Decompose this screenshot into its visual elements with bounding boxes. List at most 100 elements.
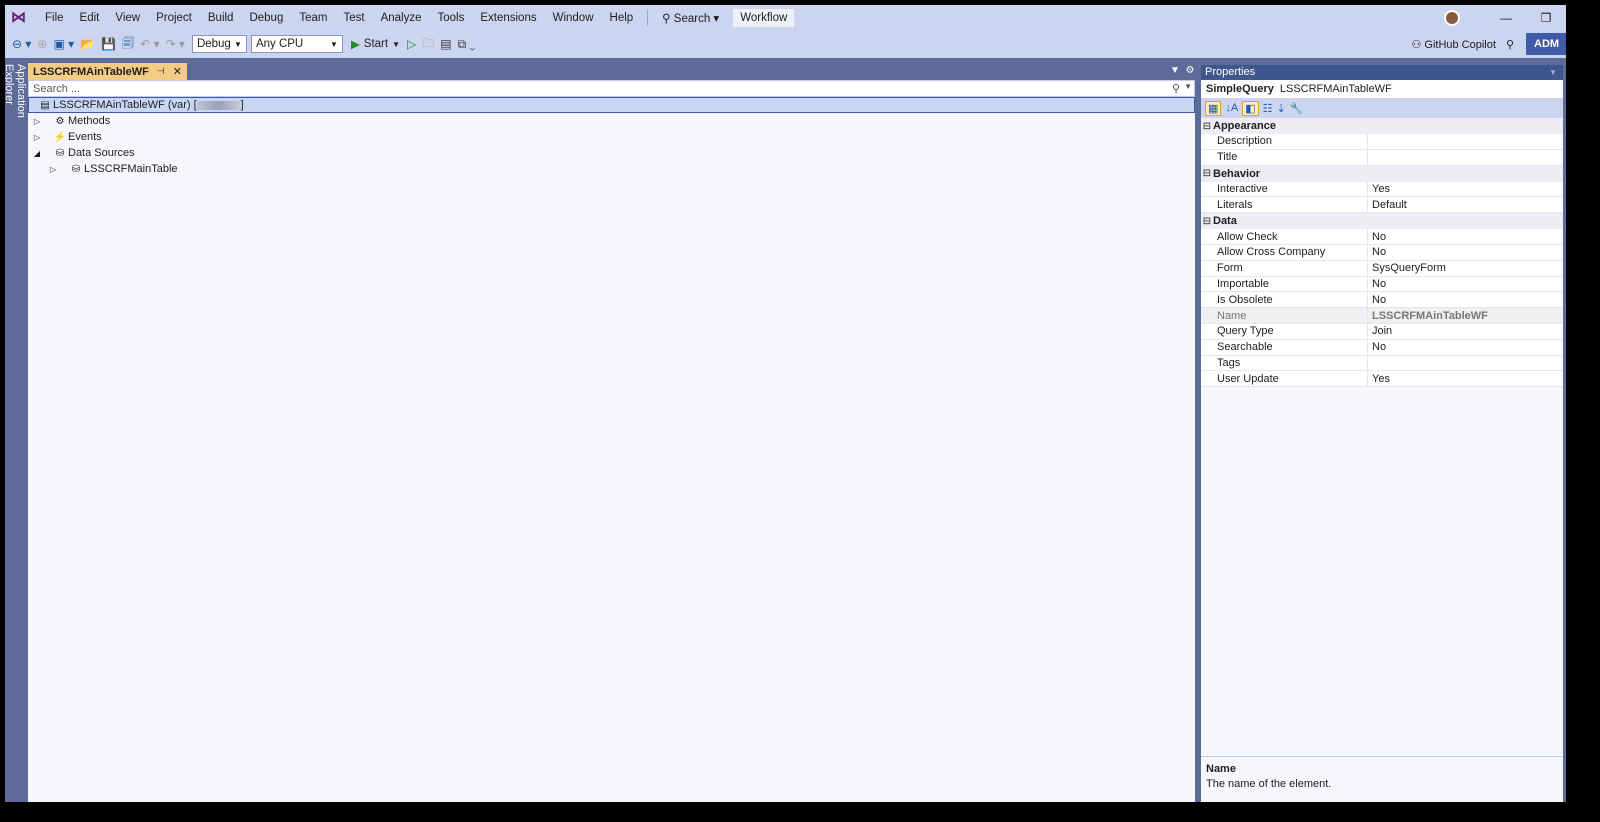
redo-button[interactable]: ↷ ▾: [163, 37, 188, 51]
collapse-icon[interactable]: ⊟: [1201, 168, 1213, 179]
gear-icon[interactable]: ⚙: [1185, 65, 1194, 76]
property-value[interactable]: Default: [1368, 199, 1407, 211]
solution-name-workflow[interactable]: Workflow: [733, 8, 795, 27]
property-value[interactable]: No: [1368, 278, 1386, 290]
visual-studio-logo-icon[interactable]: ⋈: [11, 9, 29, 26]
property-value[interactable]: Yes: [1368, 373, 1390, 385]
search-options-dropdown-icon[interactable]: ▼: [1184, 82, 1192, 91]
property-row[interactable]: Description: [1201, 134, 1563, 150]
account-badge[interactable]: ADM: [1526, 33, 1566, 55]
wrench-icon[interactable]: 🔧: [1290, 102, 1304, 115]
property-row[interactable]: Name LSSCRFMAinTableWF: [1201, 308, 1563, 324]
property-value[interactable]: No: [1368, 294, 1386, 306]
property-row[interactable]: Is Obsolete No: [1201, 292, 1563, 309]
menu-window[interactable]: Window: [545, 12, 602, 24]
property-row[interactable]: Searchable No: [1201, 339, 1563, 356]
categorized-icon[interactable]: ▦: [1205, 100, 1222, 116]
menu-edit[interactable]: Edit: [72, 12, 108, 24]
alphabetical-icon[interactable]: ↓A: [1225, 102, 1238, 114]
collapse-icon[interactable]: ⊟: [1201, 216, 1213, 227]
application-explorer-tab[interactable]: Application Explorer: [5, 60, 27, 160]
tab-list-dropdown-icon[interactable]: ▼: [1170, 65, 1180, 76]
pin-icon[interactable]: ⊣: [157, 66, 165, 77]
tree-item-events[interactable]: ▷ ⚡ Events: [28, 129, 1195, 145]
configuration-dropdown[interactable]: Debug ▼: [191, 35, 247, 53]
forward-button[interactable]: ⊕: [34, 37, 50, 51]
menu-team[interactable]: Team: [291, 12, 335, 24]
play-icon: ▶: [350, 39, 360, 51]
menu-build[interactable]: Build: [200, 12, 242, 24]
property-value[interactable]: No: [1368, 231, 1386, 243]
search-placeholder: Search ...: [33, 82, 81, 95]
menu-file[interactable]: File: [37, 12, 72, 24]
tree-root-label: LSSCRFMAinTableWF (var) [: [53, 99, 197, 111]
object-type: SimpleQuery: [1206, 83, 1274, 95]
panel-menu-icon[interactable]: ▼: [1549, 65, 1557, 80]
property-name: Title: [1201, 149, 1368, 165]
open-file-button[interactable]: 📂: [77, 37, 98, 51]
category-data[interactable]: ⊟ Data: [1201, 213, 1563, 230]
undo-button[interactable]: ↶ ▾: [137, 37, 162, 51]
expand-arrow-icon[interactable]: ▷: [32, 133, 42, 142]
category-appearance[interactable]: ⊟ Appearance: [1201, 118, 1563, 134]
window-layout-button[interactable]: ▤: [437, 37, 454, 51]
find-in-files-button[interactable]: 🗀: [419, 34, 437, 55]
restore-button[interactable]: ❐: [1526, 11, 1566, 25]
tree-root-query[interactable]: ▤ LSSCRFMAinTableWF (var) [ ]: [28, 97, 1195, 113]
platform-dropdown[interactable]: Any CPU ▼: [250, 35, 343, 53]
property-value[interactable]: SysQueryForm: [1368, 262, 1446, 274]
menu-help[interactable]: Help: [602, 12, 642, 24]
search-input[interactable]: Search ... ⚲ ▼: [28, 80, 1195, 97]
property-row[interactable]: User Update Yes: [1201, 371, 1563, 388]
property-row[interactable]: Literals Default: [1201, 197, 1563, 214]
object-selector[interactable]: SimpleQuery LSSCRFMAinTableWF: [1201, 80, 1563, 98]
back-button[interactable]: ⊖ ▾: [9, 37, 34, 51]
menu-project[interactable]: Project: [148, 12, 200, 24]
search-icon[interactable]: ⚲: [1172, 82, 1180, 95]
menu-analyze[interactable]: Analyze: [373, 12, 430, 24]
property-row[interactable]: Allow Cross Company No: [1201, 244, 1563, 261]
property-row[interactable]: Allow Check No: [1201, 229, 1563, 245]
menu-test[interactable]: Test: [335, 12, 372, 24]
expand-arrow-icon[interactable]: ▷: [32, 117, 42, 126]
menu-extensions[interactable]: Extensions: [472, 12, 544, 24]
events-view-icon[interactable]: ☷: [1263, 102, 1273, 115]
new-project-button[interactable]: ▣ ▾: [50, 37, 77, 51]
github-copilot-button[interactable]: ⚇ GitHub Copilot: [1411, 38, 1495, 51]
property-row[interactable]: Form SysQueryForm: [1201, 260, 1563, 277]
collapse-icon[interactable]: ⊟: [1201, 121, 1213, 132]
search-button[interactable]: ⚲ Search ▾: [654, 11, 727, 25]
avatar[interactable]: [1444, 9, 1460, 26]
save-button[interactable]: 💾: [98, 37, 119, 51]
properties-view-icon[interactable]: ◧: [1242, 100, 1259, 116]
dock-button[interactable]: ⧉ ⌄: [455, 37, 479, 52]
menu-debug[interactable]: Debug: [241, 12, 291, 24]
minimize-button[interactable]: —: [1486, 11, 1526, 25]
document-tab[interactable]: LSSCRFMAinTableWF ⊣ ✕: [28, 63, 187, 80]
property-row[interactable]: Tags: [1201, 355, 1563, 372]
start-button[interactable]: ▶ Start ▼: [351, 37, 400, 51]
property-row[interactable]: Importable No: [1201, 276, 1563, 293]
property-row[interactable]: Query Type Join: [1201, 323, 1563, 340]
save-all-button[interactable]: 🗐: [119, 34, 137, 55]
start-without-debugging-button[interactable]: ▷: [404, 37, 419, 51]
menu-tools[interactable]: Tools: [429, 12, 472, 24]
property-name: Interactive: [1201, 181, 1368, 197]
property-value[interactable]: No: [1368, 246, 1386, 258]
menu-view[interactable]: View: [107, 12, 148, 24]
collapse-arrow-icon[interactable]: ◢: [32, 149, 42, 158]
property-row[interactable]: Title: [1201, 149, 1563, 166]
property-value[interactable]: LSSCRFMAinTableWF: [1368, 310, 1488, 322]
property-row[interactable]: Interactive Yes: [1201, 181, 1563, 198]
property-value[interactable]: Join: [1368, 325, 1392, 337]
tree-item-data-sources[interactable]: ◢ ⛁ Data Sources: [28, 145, 1195, 161]
close-icon[interactable]: ✕: [173, 65, 182, 78]
property-value[interactable]: No: [1368, 341, 1386, 353]
tree-item-lsscrfmaintable[interactable]: ▷ ⛁ LSSCRFMainTable: [28, 161, 1195, 177]
sort-icon[interactable]: ⇣: [1277, 102, 1286, 115]
tree-item-methods[interactable]: ▷ ⚙ Methods: [28, 113, 1195, 129]
feedback-icon[interactable]: ⚲: [1506, 38, 1514, 51]
category-behavior[interactable]: ⊟ Behavior: [1201, 165, 1563, 182]
expand-arrow-icon[interactable]: ▷: [48, 165, 58, 174]
property-value[interactable]: Yes: [1368, 183, 1390, 195]
